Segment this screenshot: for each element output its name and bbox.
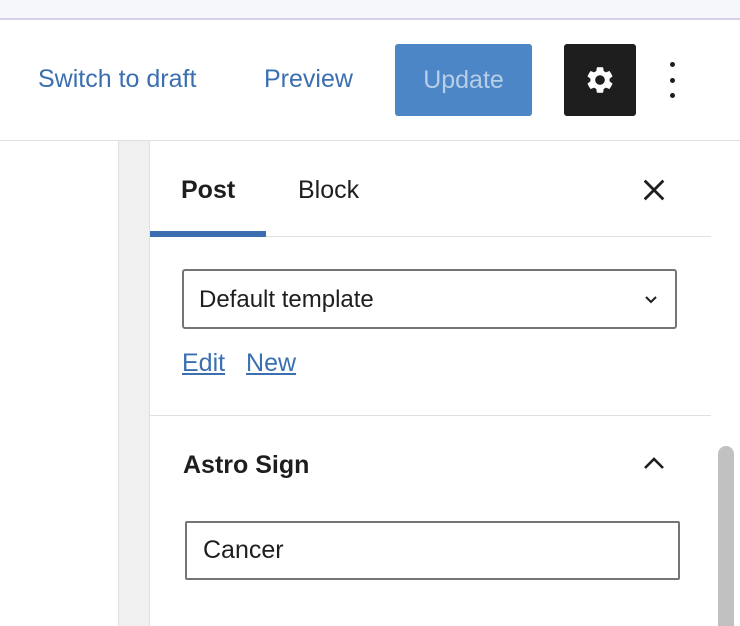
editor-header: Switch to draft Preview Update: [0, 20, 740, 141]
astro-sign-input[interactable]: [185, 521, 680, 580]
tab-post[interactable]: Post: [181, 176, 235, 205]
vertical-ellipsis-icon: [669, 62, 675, 67]
more-options-button[interactable]: [656, 58, 688, 102]
chevron-up-icon[interactable]: [640, 451, 668, 475]
canvas-margin: [119, 141, 149, 626]
template-select[interactable]: Default template: [182, 269, 677, 329]
template-select-value: Default template: [199, 286, 374, 313]
new-template-link[interactable]: New: [246, 349, 296, 377]
preview-button[interactable]: Preview: [264, 65, 353, 94]
gear-icon: [587, 67, 613, 93]
active-tab-indicator: [150, 231, 266, 237]
switch-to-draft-button[interactable]: Switch to draft: [38, 65, 196, 94]
update-button[interactable]: Update: [395, 44, 532, 116]
editor-canvas: [0, 141, 119, 626]
template-links: Edit New: [182, 349, 310, 378]
settings-button[interactable]: [564, 44, 636, 116]
tab-block[interactable]: Block: [298, 176, 359, 205]
edit-template-link[interactable]: Edit: [182, 349, 225, 377]
window-top-strip: [0, 0, 740, 20]
scrollbar-thumb[interactable]: [718, 446, 734, 626]
settings-sidebar: Post Block Default template Edit New Ast…: [149, 141, 712, 626]
close-icon[interactable]: [640, 176, 668, 204]
panel-divider: [150, 415, 711, 416]
chevron-down-icon: [645, 296, 657, 304]
sidebar-tabs: Post Block: [150, 141, 711, 237]
astro-sign-panel-title[interactable]: Astro Sign: [183, 451, 309, 480]
